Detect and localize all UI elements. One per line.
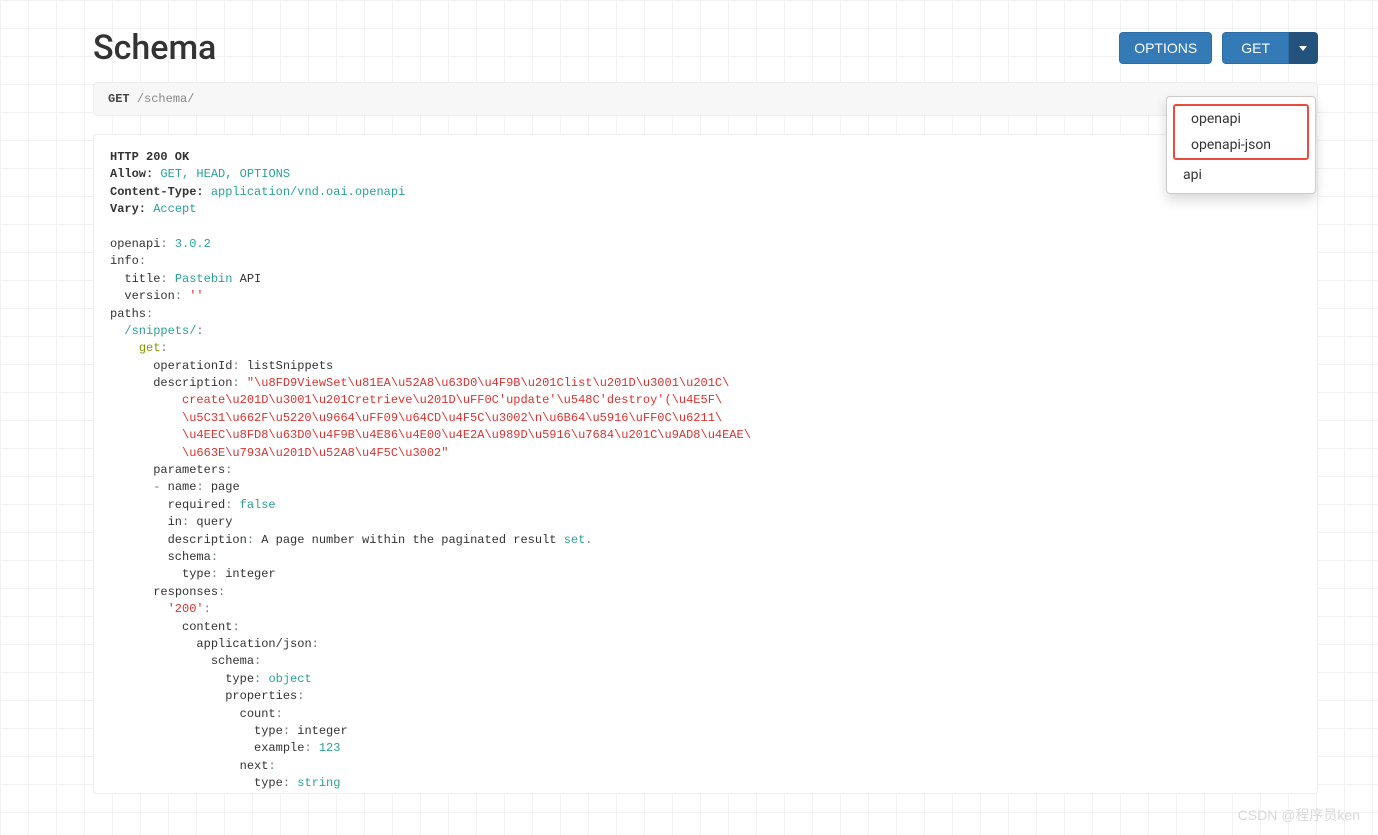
highlight-annotation: openapi openapi-json xyxy=(1173,104,1309,160)
vary-value: Accept xyxy=(153,202,196,216)
openapi-version: 3.0.2 xyxy=(175,237,211,251)
status-line: HTTP 200 OK xyxy=(110,150,189,164)
next-nullable: true xyxy=(326,793,355,794)
content-type-label: Content-Type: xyxy=(110,185,204,199)
param-name: page xyxy=(211,480,240,494)
get-button[interactable]: GET xyxy=(1222,32,1289,64)
get-split-button: GET xyxy=(1222,32,1318,64)
desc-line-0: "\u8FD9ViewSet\u81EA\u52A8\u63D0\u4F9B\u… xyxy=(247,376,729,390)
type-object: object xyxy=(268,672,311,686)
info-title: Pastebin xyxy=(175,272,233,286)
allow-label: Allow: xyxy=(110,167,153,181)
get-dropdown-toggle[interactable] xyxy=(1289,32,1318,64)
dropdown-item-api[interactable]: api xyxy=(1167,162,1315,188)
count-example: 123 xyxy=(319,741,341,755)
action-buttons: OPTIONS GET xyxy=(1119,32,1318,64)
schema-type: integer xyxy=(225,567,275,581)
operation-id: listSnippets xyxy=(247,359,333,373)
request-method: GET xyxy=(108,92,130,106)
dropdown-item-openapi[interactable]: openapi xyxy=(1175,106,1307,132)
next-type: string xyxy=(297,776,340,790)
desc-line-4: \u663E\u793A\u201D\u52A8\u4F5C\u3002" xyxy=(168,446,449,460)
response-200: '200' xyxy=(168,602,204,616)
dropdown-item-openapi-json[interactable]: openapi-json xyxy=(1175,132,1307,158)
page-title: Schema xyxy=(93,28,216,68)
request-path: /schema/ xyxy=(137,92,195,106)
vary-label: Vary: xyxy=(110,202,146,216)
chevron-down-icon xyxy=(1299,46,1307,51)
options-button[interactable]: OPTIONS xyxy=(1119,32,1212,64)
content-type-value: application/vnd.oai.openapi xyxy=(211,185,405,199)
desc-line-2: \u5C31\u662F\u5220\u9664\uFF09\u64CD\u4F… xyxy=(168,411,723,425)
format-dropdown: openapi openapi-json api xyxy=(1166,96,1316,194)
allow-value: GET, HEAD, OPTIONS xyxy=(160,167,290,181)
response-body: HTTP 200 OK Allow: GET, HEAD, OPTIONS Co… xyxy=(93,134,1318,794)
info-version: '' xyxy=(189,289,203,303)
param-required: false xyxy=(240,498,276,512)
watermark: CSDN @程序员ken xyxy=(1238,805,1360,825)
desc-line-3: \u4EEC\u8FD8\u63D0\u4F9B\u4E86\u4E00\u4E… xyxy=(168,428,751,442)
request-bar: GET /schema/ xyxy=(93,82,1318,116)
param-in: query xyxy=(196,515,232,529)
desc-line-1: create\u201D\u3001\u201Cretrieve\u201D\u… xyxy=(168,393,723,407)
param-desc: A page number within the paginated resul… xyxy=(261,533,563,547)
count-type: integer xyxy=(297,724,347,738)
path-snippets: /snippets/ xyxy=(124,324,196,338)
